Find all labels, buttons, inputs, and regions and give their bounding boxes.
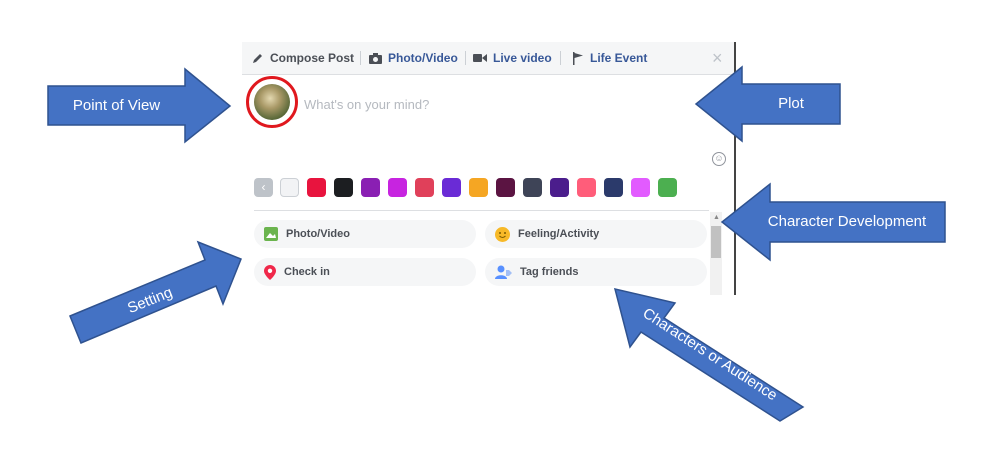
scrollbar-thumb[interactable] (711, 226, 721, 258)
camera-icon (369, 52, 382, 64)
tab-compose-label: Compose Post (270, 51, 355, 65)
character-development-label: Character Development (767, 213, 927, 230)
background-swatch[interactable] (334, 178, 353, 197)
background-swatch[interactable] (361, 178, 380, 197)
photo-icon (264, 227, 278, 241)
background-swatch[interactable] (442, 178, 461, 197)
background-swatch[interactable] (469, 178, 488, 197)
check-in-option[interactable]: Check in (254, 258, 476, 286)
tag-friends-icon (495, 265, 512, 279)
photo-video-option[interactable]: Photo/Video (254, 220, 476, 248)
smiley-icon (495, 226, 510, 242)
panel-edge (734, 42, 736, 295)
location-pin-icon (264, 264, 276, 280)
tab-separator (560, 51, 561, 65)
post-text-input[interactable]: What's on your mind? (304, 97, 429, 112)
background-swatch[interactable] (415, 178, 434, 197)
tab-separator (465, 51, 466, 65)
tab-live-video[interactable]: Live video (473, 42, 552, 74)
plot-label: Plot (778, 95, 804, 112)
feeling-activity-option[interactable]: Feeling/Activity (485, 220, 707, 248)
check-in-label: Check in (284, 266, 330, 278)
tag-friends-option[interactable]: Tag friends (485, 258, 707, 286)
composer-tab-bar: Compose Post Photo/Video Live video Life… (242, 42, 734, 75)
background-swatch[interactable] (550, 178, 569, 197)
tag-friends-label: Tag friends (520, 266, 579, 278)
background-swatch[interactable] (523, 178, 542, 197)
background-swatch[interactable] (280, 178, 299, 197)
close-icon[interactable]: × (712, 49, 723, 67)
feeling-activity-label: Feeling/Activity (518, 228, 600, 240)
post-composer: Compose Post Photo/Video Live video Life… (242, 42, 734, 295)
tab-life-event[interactable]: Life Event (572, 42, 647, 74)
video-camera-icon (473, 54, 487, 62)
photo-video-label: Photo/Video (286, 228, 350, 240)
swatch-back-button[interactable]: ‹ (254, 178, 273, 197)
pencil-icon (253, 54, 262, 63)
point-of-view-label: Point of View (72, 97, 161, 114)
tab-photo-label: Photo/Video (388, 51, 458, 65)
background-swatch[interactable] (658, 178, 677, 197)
background-swatch[interactable] (496, 178, 515, 197)
background-swatch[interactable] (631, 178, 650, 197)
scroll-up-icon[interactable]: ▲ (713, 214, 720, 221)
flag-icon (573, 51, 583, 65)
background-swatch[interactable] (577, 178, 596, 197)
divider (254, 210, 709, 211)
avatar-highlight-ring (246, 76, 298, 128)
tab-event-label: Life Event (590, 51, 648, 65)
emoji-icon[interactable]: ☺ (712, 152, 726, 166)
tab-compose-post[interactable]: Compose Post (252, 42, 354, 74)
tab-live-label: Live video (493, 51, 552, 65)
tab-photo-video[interactable]: Photo/Video (369, 42, 458, 74)
avatar[interactable] (254, 84, 290, 120)
tab-separator (360, 51, 361, 65)
background-swatch[interactable] (307, 178, 326, 197)
background-swatch[interactable] (604, 178, 623, 197)
characters-audience-label: Characters or Audience (639, 304, 781, 405)
setting-label: Setting (125, 283, 175, 318)
background-swatch[interactable] (388, 178, 407, 197)
